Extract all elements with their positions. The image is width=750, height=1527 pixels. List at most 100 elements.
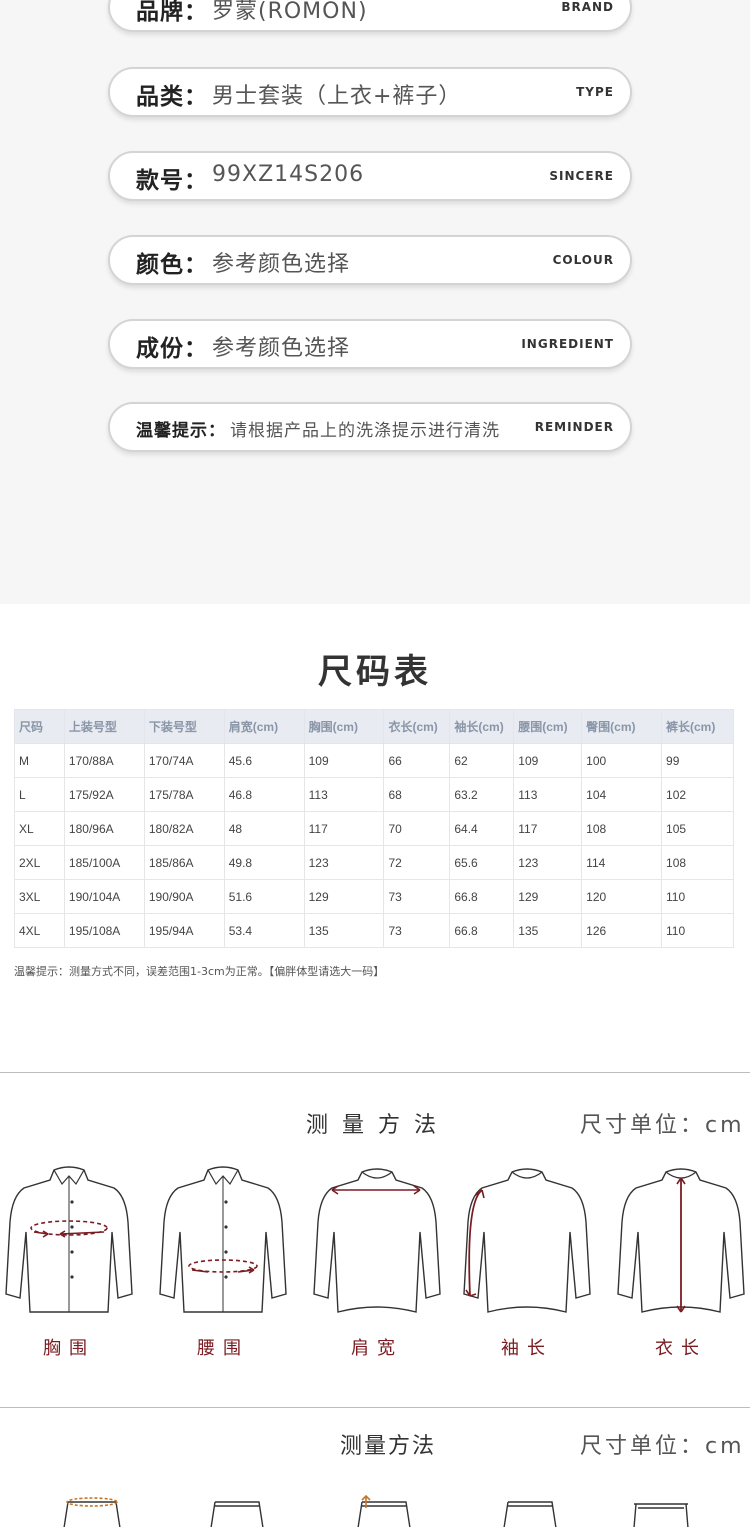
table-cell: 190/104A <box>63 879 145 914</box>
table-cell: 195/108A <box>63 913 145 948</box>
table-cell: 4XL <box>14 913 65 948</box>
table-cell: 49.8 <box>223 845 305 880</box>
pants-front-rise-icon <box>357 1494 411 1527</box>
table-cell: 102 <box>661 777 734 812</box>
measure-unit-pants: 尺寸单位：cm <box>580 1434 745 1459</box>
table-cell: 63.2 <box>449 777 515 812</box>
colour-tag: COLOUR <box>552 253 614 267</box>
table-cell: 117 <box>513 811 583 846</box>
pants-thigh-icon <box>503 1501 557 1527</box>
table-cell: 123 <box>513 845 583 880</box>
waist-shirt-icon <box>159 1166 287 1313</box>
chest-label: 胸围 <box>43 1338 95 1359</box>
size-tip: 温馨提示：测量方式不同，误差范围1-3cm为正常。【偏胖体型请选大一码】 <box>14 965 385 978</box>
table-cell: 180/96A <box>63 811 145 846</box>
ingredient-tag: INGREDIENT <box>521 337 614 351</box>
pants-waist-icon <box>63 1497 121 1527</box>
table-row: L 175/92A 175/78A 46.8 113 68 63.2 113 104 102 <box>14 777 734 812</box>
measure-title-pants: 测量方法 <box>340 1434 437 1459</box>
product-info-section: 品牌： 罗蒙(ROMON) BRAND 品类： 男士套装（上衣+裤子） TYPE… <box>0 0 750 604</box>
table-cell: M <box>14 743 65 778</box>
style-no-label: 款号： <box>136 168 208 194</box>
table-cell: 2XL <box>14 845 65 880</box>
sleeve-label: 袖长 <box>501 1338 553 1359</box>
table-cell: L <box>14 777 65 812</box>
size-table-header-cell: 胸围(cm) <box>303 709 385 744</box>
table-cell: 110 <box>661 879 734 914</box>
table-row: 3XL 190/104A 190/90A 51.6 129 73 66.8 129 120 110 <box>14 879 734 914</box>
table-cell: 114 <box>581 845 663 880</box>
table-cell: 135 <box>513 913 583 948</box>
table-cell: 190/90A <box>143 879 225 914</box>
size-table-header-cell: 肩宽(cm) <box>223 709 305 744</box>
type-tag: TYPE <box>576 85 614 99</box>
table-cell: 51.6 <box>223 879 305 914</box>
table-cell: 99 <box>661 743 734 778</box>
measure-unit: 尺寸单位：cm <box>580 1113 745 1138</box>
brand-value: 罗蒙(ROMON) <box>212 0 368 24</box>
table-cell: 113 <box>513 777 583 812</box>
reminder-tag: REMINDER <box>534 420 614 434</box>
table-row: M 170/88A 170/74A 45.6 109 66 62 109 100 99 <box>14 743 734 778</box>
table-cell: 113 <box>303 777 385 812</box>
size-table-header-cell: 臀围(cm) <box>581 709 663 744</box>
type-label: 品类： <box>136 84 208 110</box>
size-table-header-cell: 衣长(cm) <box>383 709 451 744</box>
size-table-header-cell: 尺码 <box>14 709 65 744</box>
table-cell: 120 <box>581 879 663 914</box>
table-cell: 185/100A <box>63 845 145 880</box>
table-cell: 100 <box>581 743 663 778</box>
table-cell: 64.4 <box>449 811 515 846</box>
type-pill: 品类： 男士套装（上衣+裤子） TYPE <box>108 67 632 117</box>
colour-pill: 颜色： 参考颜色选择 COLOUR <box>108 235 632 285</box>
brand-tag: BRAND <box>561 0 614 14</box>
size-table-header-row: 尺码 上装号型 下装号型 肩宽(cm) 胸围(cm) 衣长(cm) 袖长(cm) 腰围(cm)… <box>14 709 734 744</box>
reminder-value: 请根据产品上的洗涤提示进行清洗 <box>230 421 500 441</box>
colour-value: 参考颜色选择 <box>212 252 351 277</box>
table-cell: 117 <box>303 811 385 846</box>
size-table-header-cell: 下装号型 <box>143 709 225 744</box>
length-label: 衣长 <box>655 1338 707 1359</box>
section-divider-2 <box>0 1407 750 1408</box>
table-cell: 135 <box>303 913 385 948</box>
table-cell: 46.8 <box>223 777 305 812</box>
table-cell: 109 <box>303 743 385 778</box>
table-cell: 73 <box>383 913 451 948</box>
style-no-tag: SINCERE <box>549 169 614 183</box>
table-cell: 66 <box>383 743 451 778</box>
table-cell: 175/78A <box>143 777 225 812</box>
table-cell: 170/74A <box>143 743 225 778</box>
ingredient-value: 参考颜色选择 <box>212 336 351 361</box>
table-cell: 62 <box>449 743 515 778</box>
table-cell: 45.6 <box>223 743 305 778</box>
section-divider <box>0 1072 750 1073</box>
table-cell: 129 <box>303 879 385 914</box>
table-cell: 65.6 <box>449 845 515 880</box>
sleeve-shirt-icon <box>463 1168 591 1313</box>
pants-hip-icon <box>210 1501 264 1527</box>
colour-label: 颜色： <box>136 252 208 278</box>
table-cell: 185/86A <box>143 845 225 880</box>
table-cell: 53.4 <box>223 913 305 948</box>
length-shirt-icon <box>617 1168 745 1313</box>
size-table-header-cell: 袖长(cm) <box>449 709 515 744</box>
table-cell: 104 <box>581 777 663 812</box>
reminder-label: 温馨提示： <box>136 421 226 441</box>
table-cell: 66.8 <box>449 913 515 948</box>
table-cell: XL <box>14 811 65 846</box>
table-row: 4XL 195/108A 195/94A 53.4 135 73 66.8 135 126 110 <box>14 913 734 948</box>
size-chart-title: 尺码表 <box>318 652 432 692</box>
table-cell: 109 <box>513 743 583 778</box>
table-cell: 66.8 <box>449 879 515 914</box>
size-table-header-cell: 腰围(cm) <box>513 709 583 744</box>
table-row: 2XL 185/100A 185/86A 49.8 123 72 65.6 123 114 108 <box>14 845 734 880</box>
size-table-header-cell: 上装号型 <box>63 709 145 744</box>
measure-title: 测量方法 <box>306 1113 451 1138</box>
table-cell: 3XL <box>14 879 65 914</box>
style-no-pill: 款号： 99XZ14S206 SINCERE <box>108 151 632 201</box>
table-cell: 180/82A <box>143 811 225 846</box>
shoulder-label: 肩宽 <box>351 1338 403 1359</box>
table-cell: 129 <box>513 879 583 914</box>
table-cell: 170/88A <box>63 743 145 778</box>
table-cell: 195/94A <box>143 913 225 948</box>
